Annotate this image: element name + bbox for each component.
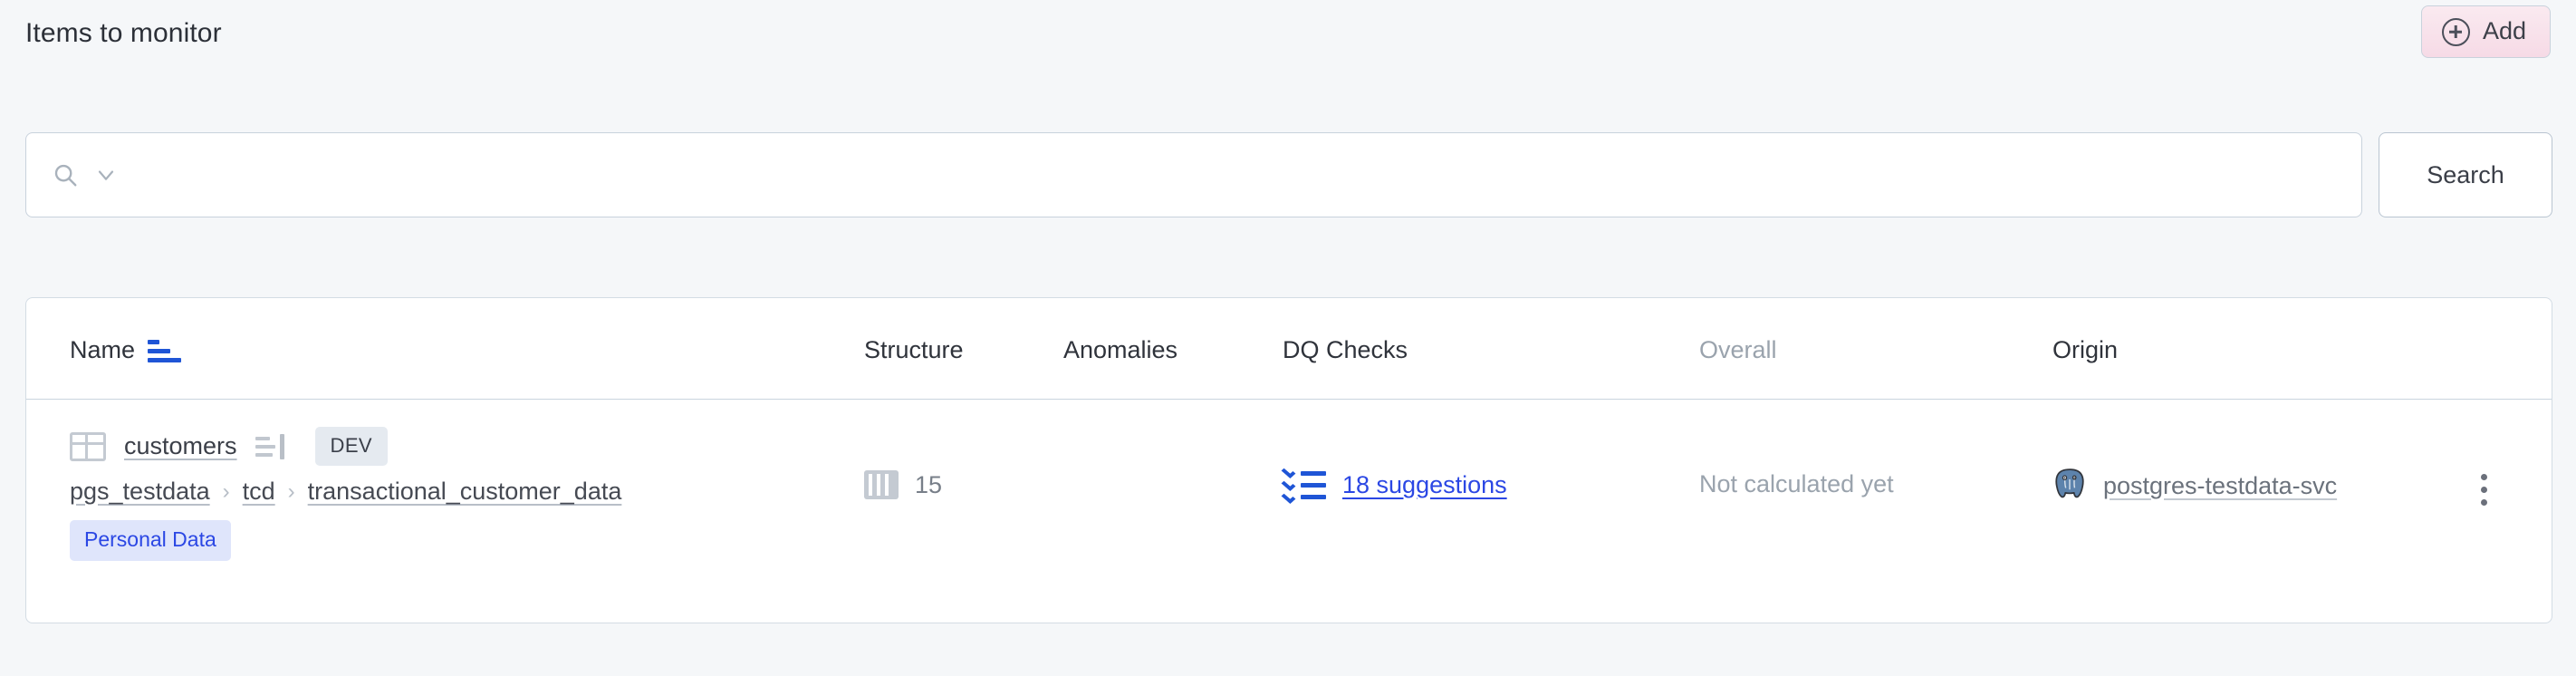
table-row: customers DEV pgs_testdata › tcd › trans… [26, 400, 2552, 568]
tag-badge-personal-data: Personal Data [70, 520, 231, 561]
search-icon [52, 161, 79, 188]
sort-ascending-icon[interactable] [148, 338, 181, 362]
breadcrumb-separator-icon: › [287, 481, 296, 503]
cell-overall: Not calculated yet [1699, 427, 2052, 498]
breadcrumb-item-table[interactable]: transactional_customer_data [308, 478, 622, 506]
columns-icon [864, 470, 899, 499]
column-header-name[interactable]: Name [26, 333, 864, 364]
cell-name: customers DEV pgs_testdata › tcd › trans… [26, 427, 864, 561]
column-header-actions [2451, 347, 2516, 351]
column-header-origin[interactable]: Origin [2052, 333, 2451, 364]
page-title: Items to monitor [25, 14, 222, 47]
breadcrumb: pgs_testdata › tcd › transactional_custo… [70, 478, 621, 506]
plus-circle-icon [2442, 18, 2470, 46]
items-table: Name Structure Anomalies DQ Checks Overa… [25, 297, 2552, 623]
row-spacer [26, 568, 2552, 623]
search-row: Search [25, 132, 2552, 217]
cell-anomalies [1063, 427, 1283, 470]
overall-status-text: Not calculated yet [1699, 470, 1894, 498]
add-button[interactable]: Add [2421, 5, 2551, 58]
kebab-menu-icon[interactable] [2477, 470, 2491, 509]
add-button-label: Add [2483, 19, 2526, 45]
cell-structure: 15 [864, 427, 1063, 499]
column-header-overall[interactable]: Overall [1699, 333, 2052, 364]
env-badge: DEV [315, 427, 388, 466]
breadcrumb-item-schema[interactable]: tcd [243, 478, 275, 506]
cell-row-actions [2451, 427, 2516, 509]
column-header-name-label: Name [70, 336, 135, 364]
search-field[interactable] [25, 132, 2362, 217]
table-icon [70, 432, 106, 461]
dq-suggestions-link[interactable]: 18 suggestions [1342, 471, 1507, 499]
cell-origin: postgres-testdata-svc [2052, 427, 2451, 506]
checklist-icon [1283, 468, 1326, 501]
entity-name-link[interactable]: customers [124, 432, 237, 460]
search-input[interactable] [133, 133, 2336, 217]
table-body: customers DEV pgs_testdata › tcd › trans… [26, 400, 2552, 623]
postgresql-icon [2052, 467, 2087, 506]
items-to-monitor-page: Items to monitor Add Search [0, 0, 2576, 676]
entity-title-line: customers DEV [70, 427, 388, 466]
structure-column-count: 15 [915, 471, 942, 499]
chevron-down-icon[interactable] [93, 162, 119, 188]
breadcrumb-separator-icon: › [222, 481, 231, 503]
column-header-anomalies[interactable]: Anomalies [1063, 333, 1283, 364]
column-header-structure[interactable]: Structure [864, 333, 1063, 364]
search-button[interactable]: Search [2379, 132, 2552, 217]
cell-dq-checks: 18 suggestions [1283, 427, 1699, 501]
description-icon[interactable] [255, 434, 284, 459]
origin-source-link[interactable]: postgres-testdata-svc [2103, 472, 2337, 500]
page-header: Items to monitor Add [0, 0, 2576, 62]
column-header-dq-checks[interactable]: DQ Checks [1283, 333, 1699, 364]
table-header-row: Name Structure Anomalies DQ Checks Overa… [26, 298, 2552, 400]
breadcrumb-item-database[interactable]: pgs_testdata [70, 478, 210, 506]
